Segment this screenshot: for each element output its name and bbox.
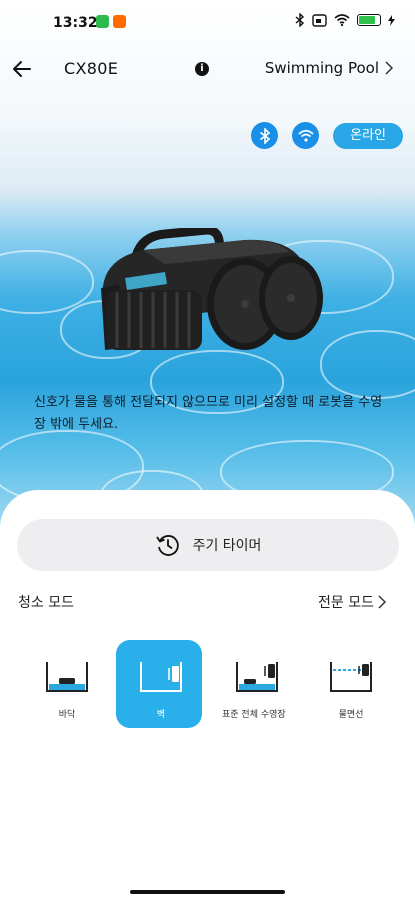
home-indicator[interactable]: [130, 890, 285, 894]
mi-notification-icon: [113, 15, 126, 28]
mode-full-pool[interactable]: 표준 전체 수영장: [212, 640, 302, 728]
mode-wall[interactable]: 벽: [116, 640, 202, 728]
top-header: CX80E i Swimming Pool: [0, 48, 415, 92]
waterline-icon: [330, 662, 372, 692]
device-name: CX80E: [64, 59, 119, 78]
app-notification-icon: [96, 15, 109, 28]
floor-icon: [46, 662, 88, 692]
full-pool-icon: [236, 662, 278, 692]
expert-mode-link[interactable]: 전문 모드: [318, 592, 386, 612]
mode-label: 벽: [156, 710, 166, 720]
battery-icon: [357, 14, 381, 26]
charging-icon: [388, 14, 395, 26]
status-bar: 13:32: [0, 0, 415, 44]
info-icon[interactable]: i: [195, 62, 209, 76]
expert-mode-label: 전문 모드: [318, 595, 374, 611]
timer-label: 주기 타이머: [192, 538, 262, 554]
timer-icon: [155, 535, 179, 556]
pool-name: Swimming Pool: [264, 59, 379, 77]
schedule-timer-button[interactable]: 주기 타이머: [17, 519, 399, 571]
pool-robot-image: [101, 228, 323, 350]
control-panel: 주기 타이머 청소 모드 전문 모드 바닥 벽 표준 전체 수영장 물면선: [0, 490, 415, 900]
wifi-icon[interactable]: [292, 122, 320, 149]
bluetooth-icon[interactable]: [251, 122, 279, 149]
mode-floor[interactable]: 바닥: [22, 640, 112, 728]
chevron-right-icon: [385, 61, 393, 75]
setup-notice: 신호가 물을 통해 전달되지 않으므로 미리 설정할 때 로봇을 수영장 밖에 …: [34, 395, 383, 432]
box-status-icon: [312, 13, 327, 27]
wifi-status-icon: [334, 14, 350, 26]
mode-label: 물면선: [338, 710, 364, 720]
pool-selector[interactable]: Swimming Pool: [265, 59, 393, 77]
wall-icon: [140, 662, 182, 692]
mode-waterline[interactable]: 물면선: [306, 640, 396, 728]
back-arrow-icon[interactable]: [10, 56, 36, 82]
cleaning-mode-header: 청소 모드 전문 모드: [18, 590, 386, 614]
mode-label: 표준 전체 수영장: [222, 710, 286, 720]
bluetooth-status-icon: [295, 13, 305, 27]
connection-status: 온라인: [251, 122, 403, 149]
cleaning-modes: 바닥 벽 표준 전체 수영장 물면선: [0, 640, 415, 740]
chevron-right-icon: [378, 595, 386, 609]
online-badge: 온라인: [333, 122, 403, 149]
mode-label: 바닥: [58, 710, 76, 720]
status-time: 13:32: [53, 15, 98, 31]
cleaning-mode-title: 청소 모드: [18, 595, 74, 611]
